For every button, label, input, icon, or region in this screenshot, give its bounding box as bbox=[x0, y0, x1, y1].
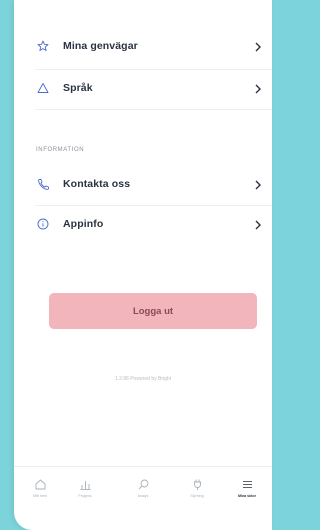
tab-forecast-label: Prognos bbox=[78, 494, 92, 498]
divider bbox=[35, 109, 272, 110]
menu-item-contact[interactable]: Kontakta oss bbox=[14, 167, 272, 201]
menu-icon bbox=[240, 477, 254, 491]
home-icon bbox=[33, 477, 47, 491]
tab-analysis[interactable]: Analys bbox=[120, 467, 166, 507]
bottom-tab-bar: Mitt hem Prognos Analys Styrning Mina si… bbox=[14, 466, 272, 507]
search-icon bbox=[136, 477, 150, 491]
menu-item-appinfo[interactable]: Appinfo bbox=[14, 207, 272, 241]
tab-my-pages[interactable]: Mina sidor bbox=[224, 467, 270, 507]
menu-item-shortcuts[interactable]: Mina genvägar bbox=[14, 29, 272, 63]
tab-home[interactable]: Mitt hem bbox=[17, 467, 63, 507]
menu-item-contact-label: Kontakta oss bbox=[63, 178, 131, 190]
phone-screen: Mina genvägar Språk INFORMATION Kontakta… bbox=[14, 0, 272, 530]
star-icon bbox=[35, 38, 51, 54]
chevron-right-icon bbox=[253, 82, 263, 94]
tab-analysis-label: Analys bbox=[137, 494, 149, 498]
menu-item-language[interactable]: Språk bbox=[14, 71, 272, 105]
phone-icon bbox=[35, 176, 51, 192]
plug-icon bbox=[190, 477, 204, 491]
bar-chart-icon bbox=[78, 477, 92, 491]
menu-item-language-label: Språk bbox=[63, 82, 93, 94]
chevron-right-icon bbox=[253, 178, 263, 190]
divider bbox=[35, 69, 272, 70]
chevron-right-icon bbox=[253, 218, 263, 230]
chevron-right-icon bbox=[253, 40, 263, 52]
tab-control-label: Styrning bbox=[190, 494, 204, 498]
tab-home-label: Mitt hem bbox=[33, 494, 47, 498]
section-title-information: INFORMATION bbox=[36, 147, 85, 153]
logout-button[interactable]: Logga ut bbox=[49, 293, 257, 329]
divider bbox=[35, 205, 272, 206]
info-icon bbox=[35, 216, 51, 232]
version-text: 1.2.88 Powered by Bright bbox=[114, 376, 172, 382]
tab-control[interactable]: Styrning bbox=[174, 467, 220, 507]
tab-my-pages-label: Mina sidor bbox=[238, 494, 256, 498]
triangle-icon bbox=[35, 80, 51, 96]
menu-item-appinfo-label: Appinfo bbox=[63, 218, 104, 230]
tab-forecast[interactable]: Prognos bbox=[62, 467, 108, 507]
menu-item-shortcuts-label: Mina genvägar bbox=[63, 40, 138, 52]
